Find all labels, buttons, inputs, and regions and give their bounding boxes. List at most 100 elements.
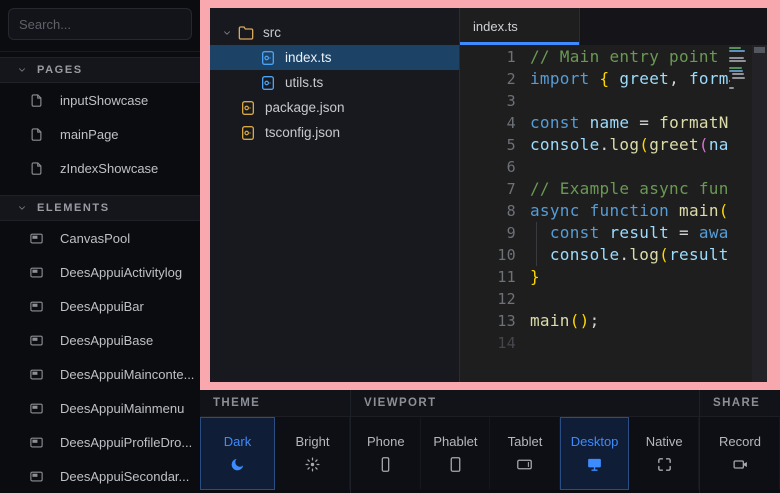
section-label: PAGES	[37, 64, 83, 76]
tablet-button[interactable]: Tablet	[490, 417, 560, 490]
chevron-down-icon	[17, 203, 27, 213]
component-icon	[29, 265, 44, 280]
minimap[interactable]	[729, 47, 751, 382]
chevron-down-icon	[222, 28, 232, 38]
code-token: .	[619, 245, 629, 264]
sidebar-sections: PAGES inputShowcase mainPagezIndexShowcase…	[0, 57, 200, 493]
button-label: Dark	[224, 434, 251, 449]
button-label: Bright	[296, 434, 330, 449]
tab-label: index.ts	[473, 19, 518, 34]
scrollbar-thumb[interactable]	[754, 47, 765, 53]
sidebar-item-deesappuibase[interactable]: DeesAppuiBase	[0, 323, 200, 357]
app-window: PAGES inputShowcase mainPagezIndexShowcase…	[0, 0, 780, 493]
code-token: =	[669, 223, 699, 242]
section-header-elements[interactable]: ELEMENTS	[0, 195, 200, 221]
sidebar-item-deesappuimainmenu[interactable]: DeesAppuiMainmenu	[0, 391, 200, 425]
button-label: Desktop	[571, 434, 619, 449]
bright-button[interactable]: Bright	[275, 417, 350, 490]
code-token: function	[590, 201, 669, 220]
toolbar-section-label-theme: THEME	[200, 390, 350, 417]
sidebar-item-label: inputShowcase	[60, 93, 148, 108]
search-input[interactable]	[8, 8, 192, 40]
json-file-icon	[240, 125, 256, 141]
sidebar-item-zindexshowcase[interactable]: zIndexShowcase	[0, 151, 200, 185]
code-token: awa	[699, 223, 729, 242]
code-token	[530, 223, 550, 242]
sidebar-item-label: DeesAppuiActivitylog	[60, 265, 182, 280]
minimap-line	[729, 57, 744, 59]
indent-guide	[536, 222, 537, 266]
tree-item-index-ts[interactable]: index.ts	[210, 45, 459, 70]
line-number: 1	[460, 46, 530, 68]
line-number: 4	[460, 112, 530, 134]
sidebar-divider	[0, 51, 200, 52]
tree-item-utils-ts[interactable]: utils.ts	[210, 70, 459, 95]
code-token: result	[669, 245, 729, 264]
dark-button[interactable]: Dark	[200, 417, 275, 490]
code-token: import	[530, 69, 590, 88]
code-token: console	[530, 135, 600, 154]
sidebar-item-deesappuiactivitylog[interactable]: DeesAppuiActivitylog	[0, 255, 200, 289]
code-token: main	[530, 311, 570, 330]
button-label: Phone	[367, 434, 405, 449]
code-token: (	[719, 201, 729, 220]
line-number: 7	[460, 178, 530, 200]
toolbar-section-label-viewport: VIEWPORT	[351, 390, 699, 417]
sidebar-section-pages: PAGES inputShowcase mainPagezIndexShowcase	[0, 57, 200, 185]
record-button[interactable]: Record	[700, 417, 780, 490]
code-area[interactable]: 1// Main entry point2import { greet, for…	[460, 45, 767, 382]
code-token: main	[679, 201, 719, 220]
code-token	[530, 245, 550, 264]
minimap-line	[729, 47, 741, 49]
code-token: formatN	[659, 113, 729, 132]
sidebar-item-label: DeesAppuiBar	[60, 299, 144, 314]
editor-scrollbar[interactable]	[752, 45, 767, 382]
button-label: Phablet	[433, 434, 477, 449]
native-button[interactable]: Native	[629, 417, 699, 490]
line-number: 11	[460, 266, 530, 288]
phablet-button[interactable]: Phablet	[421, 417, 491, 490]
line-number: 6	[460, 156, 530, 178]
line-number: 10	[460, 244, 530, 266]
section-header-pages[interactable]: PAGES	[0, 57, 200, 83]
code-token: // Example async fun	[530, 179, 729, 198]
tree-item-package-json[interactable]: package.json	[210, 95, 459, 120]
code-lines: 1// Main entry point2import { greet, for…	[460, 46, 767, 354]
sidebar-item-canvaspool[interactable]: CanvasPool	[0, 221, 200, 255]
editor-tab-index-ts[interactable]: index.ts	[460, 8, 580, 45]
sidebar-item-mainpage[interactable]: mainPage	[0, 117, 200, 151]
component-icon	[29, 435, 44, 450]
phone-button[interactable]: Phone	[351, 417, 421, 490]
code-line-2: 2import { greet, form	[460, 68, 767, 90]
sun-icon	[304, 456, 321, 473]
sidebar-item-deesappuiprofiledro[interactable]: DeesAppuiProfileDro...	[0, 425, 200, 459]
toolbar-section-text: THEME	[213, 397, 260, 409]
desktop-button[interactable]: Desktop	[560, 417, 630, 490]
phone-icon	[377, 456, 394, 473]
tree-item-tsconfig-json[interactable]: tsconfig.json	[210, 120, 459, 145]
sidebar-item-deesappuisecondar[interactable]: DeesAppuiSecondar...	[0, 459, 200, 493]
folder-icon	[238, 25, 254, 41]
toolbar-group-theme: THEME Dark Bright	[200, 390, 350, 493]
line-number: 3	[460, 90, 530, 112]
code-token	[580, 201, 590, 220]
tree-item-src[interactable]: src	[210, 20, 459, 45]
sidebar-item-deesappuimainconte[interactable]: DeesAppuiMainconte...	[0, 357, 200, 391]
sidebar-item-label: DeesAppuiProfileDro...	[60, 435, 192, 450]
sidebar-item-inputshowcase[interactable]: inputShowcase	[0, 83, 200, 117]
json-file-icon	[240, 100, 256, 116]
code-token: (	[639, 135, 649, 154]
code-token: na	[709, 135, 729, 154]
sidebar-item-label: DeesAppuiMainmenu	[60, 401, 184, 416]
code-line-14: 14	[460, 332, 767, 354]
minimap-line	[729, 50, 745, 52]
code-token	[590, 69, 600, 88]
code-token: .	[600, 135, 610, 154]
code-token: console	[550, 245, 620, 264]
line-number: 12	[460, 288, 530, 310]
code-line-13: 13main();	[460, 310, 767, 332]
phablet-icon	[447, 456, 464, 473]
document-icon	[29, 93, 44, 108]
sidebar: PAGES inputShowcase mainPagezIndexShowcase…	[0, 0, 200, 493]
sidebar-item-deesappuibar[interactable]: DeesAppuiBar	[0, 289, 200, 323]
